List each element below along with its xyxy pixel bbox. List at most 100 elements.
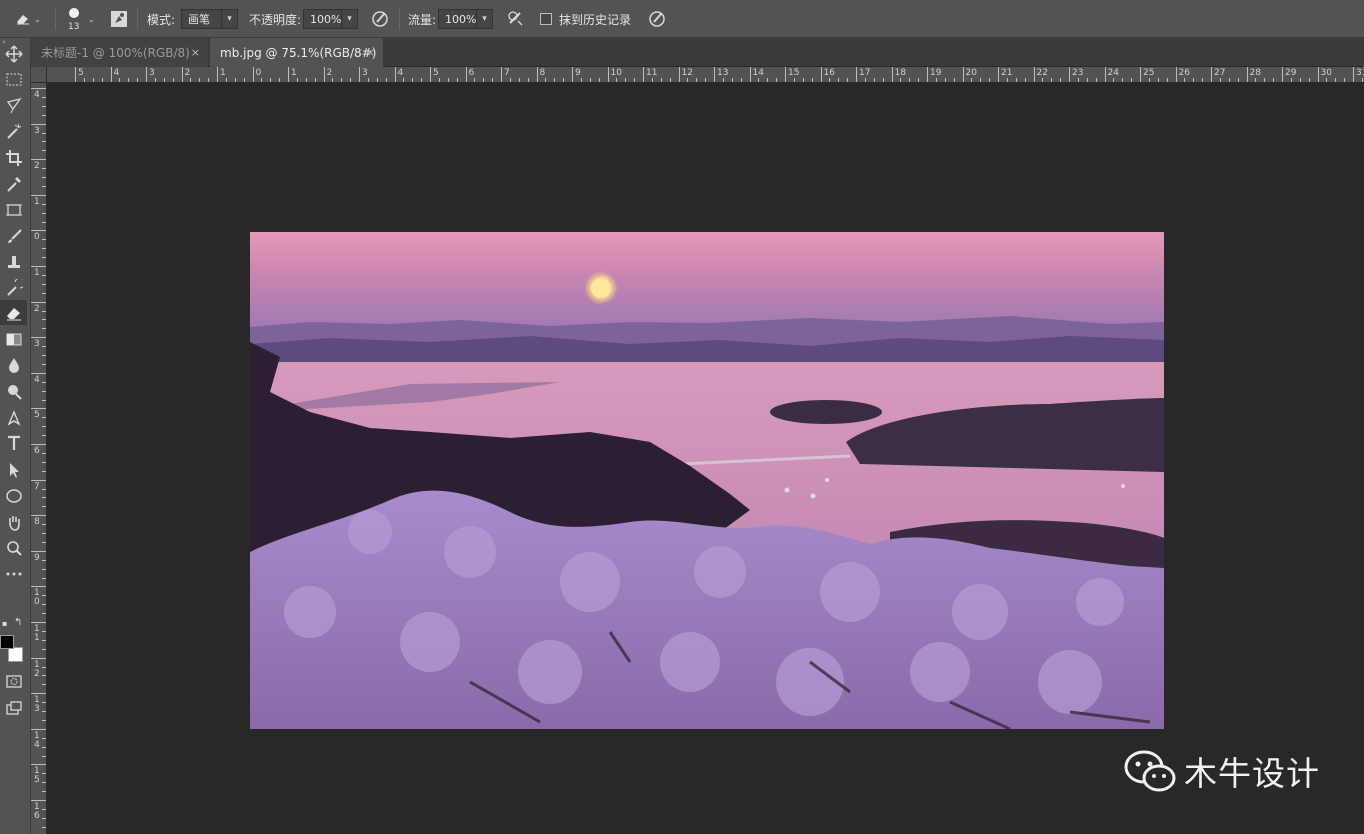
tool-gradient[interactable] (0, 326, 27, 351)
crop-icon (5, 149, 22, 166)
ruler-label: 4 (34, 374, 40, 385)
pressure-size-button[interactable] (647, 0, 667, 38)
ruler-tick (1095, 78, 1097, 82)
default-colors-icon[interactable]: ▪ (2, 619, 7, 628)
vertical-ruler[interactable]: 432101234567891 01 11 21 31 41 51 6 (31, 83, 47, 834)
tool-type[interactable] (0, 430, 27, 455)
lasso-icon (6, 97, 22, 113)
ruler-tick (1264, 78, 1266, 82)
ruler-tick (42, 702, 46, 704)
swap-colors-icon[interactable]: ↰ (14, 617, 22, 628)
more-icon (6, 572, 21, 575)
ruler-label: 13 (717, 68, 729, 78)
tool-blur[interactable] (0, 352, 27, 377)
ruler-tick (1077, 78, 1079, 82)
tool-path-select[interactable] (0, 457, 27, 482)
tool-lasso[interactable] (0, 92, 27, 117)
quick-mask-button[interactable] (0, 668, 27, 693)
ruler-label: 1 3 (34, 695, 40, 715)
ruler-tick (1060, 78, 1062, 82)
ruler-tick (190, 78, 192, 82)
flow-group: 流量: 100% ▾ (408, 0, 494, 38)
ruler-tick (1273, 78, 1275, 82)
close-icon[interactable]: × (191, 46, 200, 59)
tool-marquee[interactable] (0, 66, 27, 91)
erase-history-checkbox[interactable] (540, 13, 552, 25)
ruler-tick (31, 337, 46, 339)
ruler-tick (731, 78, 733, 82)
ruler-origin[interactable] (31, 67, 47, 83)
document-image[interactable] (250, 232, 1164, 729)
ruler-tick (554, 78, 556, 82)
tool-crop[interactable] (0, 145, 27, 170)
brush-size-picker[interactable]: 13 ⌄ (62, 0, 102, 38)
ruler-tick (110, 67, 112, 82)
pressure-opacity-button[interactable] (370, 0, 390, 38)
ruler-label: 28 (1249, 68, 1261, 78)
ruler-tick (1246, 67, 1248, 82)
ruler-tick (42, 719, 46, 721)
tool-more[interactable] (0, 561, 27, 586)
ruler-label: 3 (34, 339, 40, 350)
tool-zoom[interactable] (0, 535, 27, 560)
tab-untitled[interactable]: 未标题-1 @ 100%(RGB/8) × (31, 38, 208, 67)
ruler-tick (31, 693, 46, 695)
marquee-icon (6, 73, 21, 85)
brush-settings-button[interactable] (110, 0, 128, 38)
close-icon[interactable]: × (366, 46, 375, 59)
tool-brush[interactable] (0, 223, 27, 248)
ruler-tick (980, 78, 982, 82)
dodge-icon (7, 384, 22, 400)
airbrush-button[interactable] (506, 0, 526, 38)
ruler-tick (1148, 78, 1150, 82)
separator (137, 8, 138, 30)
ruler-tick (1086, 78, 1088, 82)
ruler-tick (909, 78, 911, 82)
tab-label: mb.jpg @ 75.1%(RGB/8#) (220, 45, 377, 60)
pressure-pen-icon (372, 11, 388, 27)
tool-history-brush[interactable] (0, 275, 27, 300)
background-color-swatch[interactable] (8, 647, 23, 662)
ruler-tick (891, 67, 893, 82)
ruler-tick (918, 78, 920, 82)
ruler-tick (847, 78, 849, 82)
ruler-tick (31, 88, 46, 89)
tool-stamp[interactable] (0, 249, 27, 274)
ruler-tick (42, 248, 46, 250)
ruler-tick (1175, 67, 1177, 82)
mode-dropdown[interactable]: 画笔 ▾ (181, 9, 239, 29)
ruler-tick (31, 479, 46, 481)
opacity-field[interactable]: 100% ▾ (303, 9, 359, 29)
ruler-tick (749, 67, 751, 82)
tool-ellipse[interactable] (0, 483, 27, 508)
tool-dodge[interactable] (0, 379, 27, 404)
ruler-tick (42, 826, 46, 828)
tool-magic-wand[interactable] (0, 118, 27, 143)
ruler-tick (722, 78, 724, 82)
chevron-down-icon: ⌄ (88, 14, 95, 24)
foreground-color-swatch[interactable] (0, 635, 14, 649)
horizontal-ruler[interactable]: 5 4 3 2 1 0 1 2 3 4 5 6 7 8 9 10 11 12 13 14 15 16 17 18 19 20 21 2… (47, 67, 1364, 83)
screen-mode-button[interactable] (0, 695, 27, 720)
ruler-tick (376, 78, 378, 82)
ruler-tick (42, 488, 46, 490)
tool-pen[interactable] (0, 405, 27, 430)
ruler-tick (42, 310, 46, 312)
tool-eraser[interactable] (0, 300, 27, 325)
ruler-tick (501, 67, 502, 82)
ruler-tick (1317, 67, 1319, 82)
tab-mb-jpg[interactable]: mb.jpg @ 75.1%(RGB/8#) × (210, 38, 383, 67)
stamp-icon (7, 255, 20, 268)
mode-group: 模式: 画笔 ▾ (147, 0, 239, 38)
tool-frame[interactable] (0, 197, 27, 222)
flow-field[interactable]: 100% ▾ (438, 9, 494, 29)
tool-move[interactable] (0, 41, 27, 66)
ruler-tick (31, 586, 46, 588)
tool-preset-picker[interactable]: ⌄ (10, 0, 46, 38)
ruler-tick (42, 132, 46, 134)
ruler-tick (829, 78, 831, 82)
ruler-tick (634, 78, 636, 82)
tool-eyedropper[interactable] (0, 171, 27, 196)
tool-hand[interactable] (0, 509, 27, 534)
separator (399, 8, 400, 30)
